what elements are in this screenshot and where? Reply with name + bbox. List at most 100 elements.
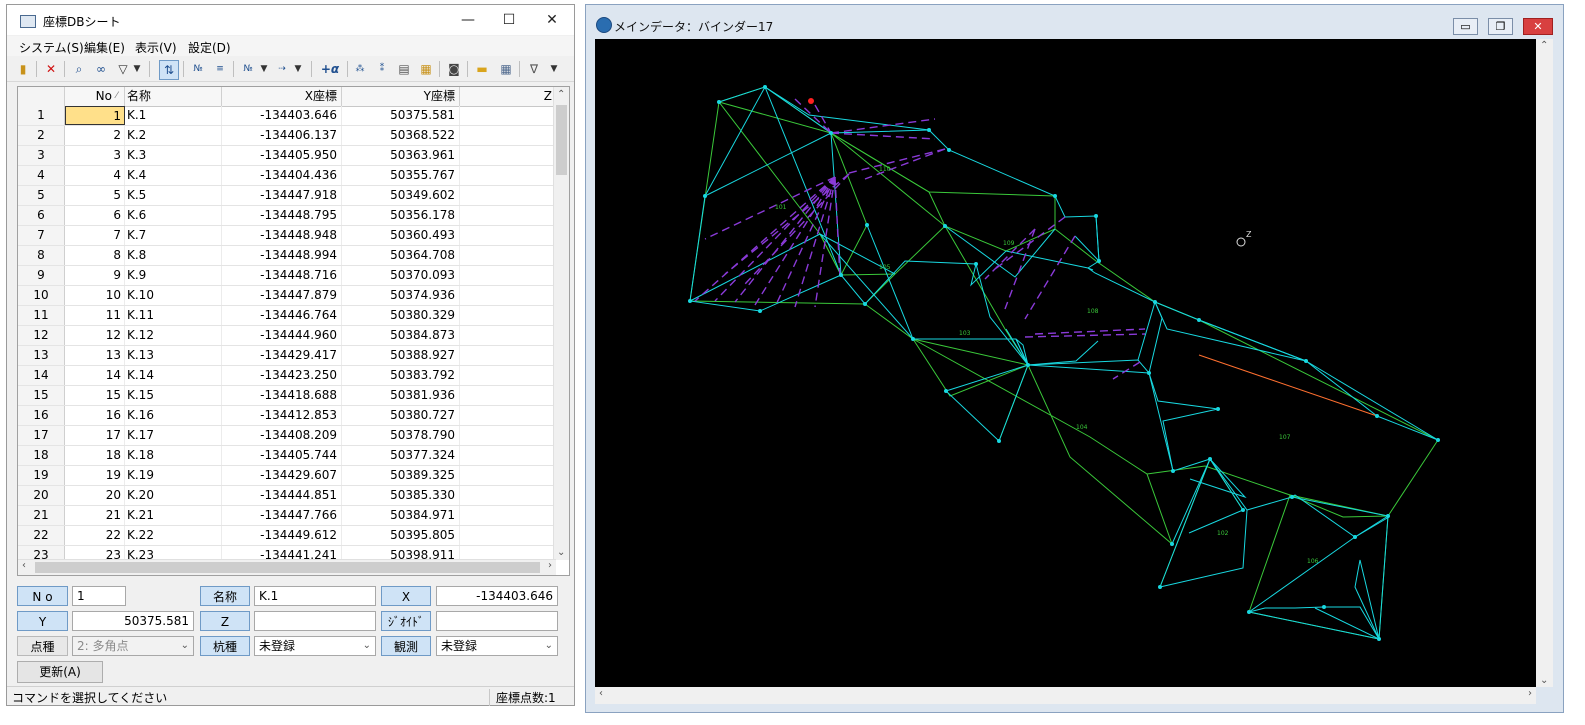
cell-x[interactable]: -134406.137 [222,126,342,145]
cell-z[interactable] [460,146,556,165]
table-row[interactable]: 21 21 K.21 -134447.766 50384.971 [18,506,556,526]
survey-point[interactable] [1353,535,1357,539]
survey-point[interactable] [1097,259,1101,263]
scroll-down-icon[interactable]: ⌄ [557,547,565,558]
db-open-icon[interactable]: ▮ [14,60,32,78]
cell-no[interactable]: 18 [65,446,125,465]
cell-y[interactable]: 50395.805 [342,526,460,545]
cell-no[interactable]: 2 [65,126,125,145]
cell-x[interactable]: -134447.766 [222,506,342,525]
survey-point[interactable] [974,262,978,266]
cell-name[interactable]: K.10 [125,286,222,305]
cell-y[interactable]: 50364.708 [342,246,460,265]
table-row[interactable]: 11 11 K.11 -134446.764 50380.329 [18,306,556,326]
x-label-button[interactable]: X [381,586,431,606]
survey-point[interactable] [839,273,843,277]
scroll-right-icon[interactable]: › [548,560,552,571]
survey-point[interactable] [1247,610,1251,614]
screenshot-icon[interactable]: ◙ [445,60,463,78]
cell-no[interactable]: 5 [65,186,125,205]
cell-name[interactable]: K.16 [125,406,222,425]
survey-point[interactable] [1375,414,1379,418]
cell-z[interactable] [460,286,556,305]
survey-point[interactable] [1053,194,1057,198]
sequence-icon[interactable]: ⁂ [351,60,369,78]
cell-name[interactable]: K.14 [125,366,222,385]
grid-vertical-scrollbar[interactable]: ⌃ ⌄ [553,87,569,560]
survey-point[interactable] [1436,438,1440,442]
scroll-thumb[interactable] [556,105,567,175]
cell-x[interactable]: -134404.436 [222,166,342,185]
filter2-icon[interactable]: ∇ [525,60,543,78]
cell-y[interactable]: 50356.178 [342,206,460,225]
table-row[interactable]: 8 8 K.8 -134448.994 50364.708 [18,246,556,266]
table-row[interactable]: 5 5 K.5 -134447.918 50349.602 [18,186,556,206]
name-label-button[interactable]: 名称 [200,586,250,606]
survey-point[interactable] [911,337,915,341]
survey-point[interactable] [1147,371,1151,375]
cell-y[interactable]: 50388.927 [342,346,460,365]
cell-name[interactable]: K.2 [125,126,222,145]
survey-point[interactable] [758,309,762,313]
filter-icon[interactable]: ▽ [114,60,132,78]
name-field[interactable]: K.1 [254,586,376,606]
survey-point[interactable] [1197,318,1201,322]
sequence2-icon[interactable]: ⁑ [373,60,391,78]
cell-x[interactable]: -134444.851 [222,486,342,505]
cell-z[interactable] [460,406,556,425]
cell-name[interactable]: K.17 [125,426,222,445]
cell-no[interactable]: 13 [65,346,125,365]
cell-z[interactable] [460,466,556,485]
cell-z[interactable] [460,306,556,325]
cell-no[interactable]: 3 [65,146,125,165]
canvas-vertical-scrollbar[interactable]: ⌃ ⌄ [1536,39,1553,687]
survey-point[interactable] [944,389,948,393]
survey-point[interactable] [1377,637,1381,641]
cell-z[interactable] [460,526,556,545]
table-row[interactable]: 20 20 K.20 -134444.851 50385.330 [18,486,556,506]
cell-no[interactable]: 16 [65,406,125,425]
scroll-down-icon[interactable]: ⌄ [1540,675,1548,686]
cell-name[interactable]: K.13 [125,346,222,365]
table-row[interactable]: 19 19 K.19 -134429.607 50389.325 [18,466,556,486]
cell-name[interactable]: K.15 [125,386,222,405]
cell-x[interactable]: -134405.744 [222,446,342,465]
cell-y[interactable]: 50363.961 [342,146,460,165]
table-row[interactable]: 16 16 K.16 -134412.853 50380.727 [18,406,556,426]
binoculars-icon[interactable]: ∞ [92,60,110,78]
sort-icon[interactable]: ⇅ [159,60,179,80]
number2-icon[interactable]: ≡ [211,60,229,78]
cell-name[interactable]: K.12 [125,326,222,345]
cell-y[interactable]: 50380.727 [342,406,460,425]
cell-y[interactable]: 50380.329 [342,306,460,325]
drawing-canvas[interactable]: 101 110 109 105 103 108 104 107 102 106 … [595,39,1536,687]
menu-settings[interactable]: 設定(D) [188,39,231,56]
cell-no[interactable]: 20 [65,486,125,505]
cell-x[interactable]: -134405.950 [222,146,342,165]
z-field[interactable] [254,611,376,631]
scroll-right-icon[interactable]: › [1528,688,1532,699]
cell-name[interactable]: K.19 [125,466,222,485]
cell-x[interactable]: -134429.607 [222,466,342,485]
table-row[interactable]: 7 7 K.7 -134448.948 50360.493 [18,226,556,246]
survey-point[interactable] [829,131,833,135]
survey-point[interactable] [717,100,721,104]
cell-y[interactable]: 50349.602 [342,186,460,205]
no-field[interactable]: 1 [72,586,126,606]
column-header-name[interactable]: 名称 [125,87,222,106]
survey-point[interactable] [865,223,869,227]
cell-x[interactable]: -134448.948 [222,226,342,245]
survey-point[interactable] [947,148,951,152]
cell-z[interactable] [460,166,556,185]
cell-y[interactable]: 50378.790 [342,426,460,445]
x-field[interactable]: -134403.646 [436,586,558,606]
survey-point[interactable] [1304,359,1308,363]
stake-label-button[interactable]: 杭種 [200,636,250,656]
scroll-thumb[interactable] [35,562,540,573]
grid-icon[interactable]: ▦ [497,60,515,78]
cell-no[interactable]: 17 [65,426,125,445]
z-label-button[interactable]: Z [200,611,250,631]
cell-y[interactable]: 50374.936 [342,286,460,305]
cell-name[interactable]: K.11 [125,306,222,325]
cell-z[interactable] [460,426,556,445]
